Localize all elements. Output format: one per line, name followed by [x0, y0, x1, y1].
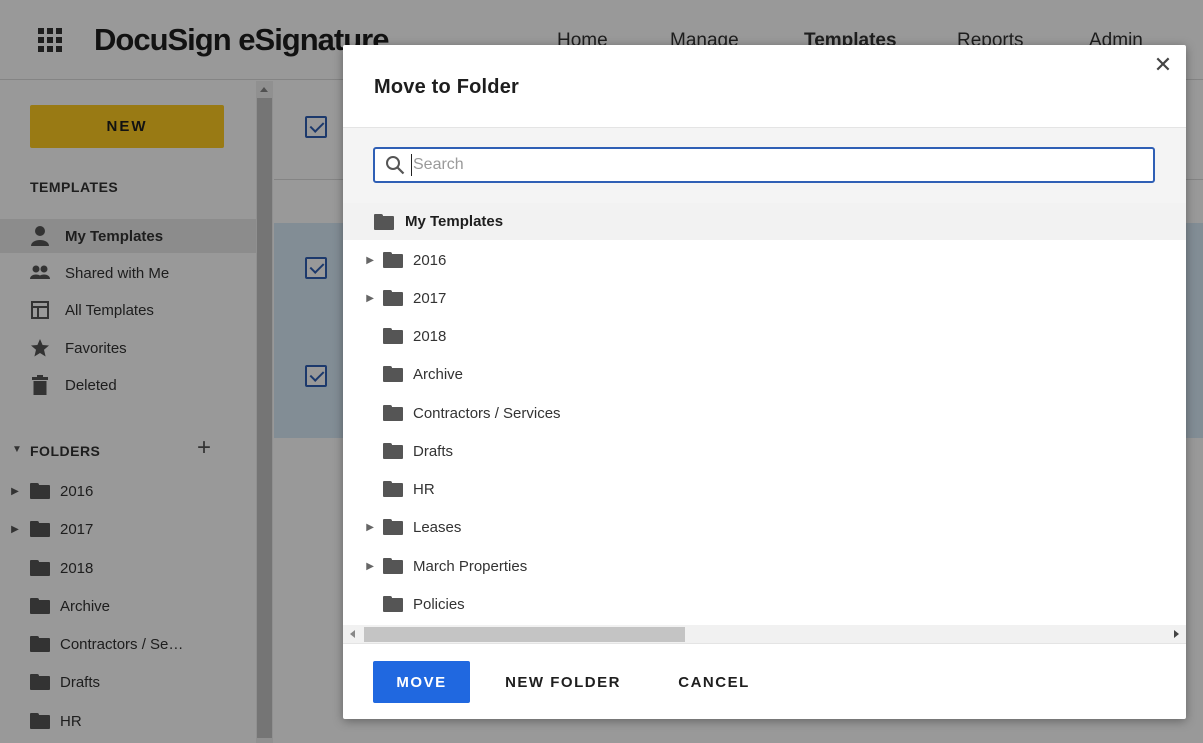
search-input[interactable]	[411, 154, 1141, 176]
folder-icon	[383, 481, 403, 497]
tree-folder-label: 2018	[413, 327, 447, 345]
folder-icon	[374, 213, 394, 230]
move-button[interactable]: MOVE	[373, 661, 470, 703]
horizontal-scrollbar[interactable]	[343, 625, 1186, 643]
tree-folder-label: March Properties	[413, 557, 528, 575]
tree-folder-item[interactable]: Drafts	[343, 432, 1186, 470]
tree-folder-item[interactable]: ▶ 2016	[343, 241, 1186, 279]
scroll-right-arrow-icon[interactable]	[1174, 630, 1179, 638]
expand-caret-icon[interactable]: ▶	[343, 255, 383, 266]
folder-icon	[383, 596, 403, 612]
folder-icon	[383, 558, 403, 574]
search-icon	[386, 156, 405, 175]
tree-root-my-templates[interactable]: My Templates	[343, 203, 1186, 240]
folder-icon	[383, 405, 403, 421]
scrollbar-thumb[interactable]	[364, 627, 685, 642]
tree-folder-label: Drafts	[413, 442, 454, 460]
close-icon[interactable]: ✕	[1151, 53, 1175, 77]
tree-folder-item[interactable]: Policies	[343, 585, 1186, 623]
folder-icon	[383, 366, 403, 382]
tree-folder-label: Leases	[413, 518, 462, 536]
folder-icon	[383, 252, 403, 268]
expand-caret-icon[interactable]: ▶	[343, 522, 383, 533]
expand-caret-icon[interactable]: ▶	[343, 561, 383, 572]
move-to-folder-dialog: Move to Folder ✕ My Templates ▶ 2016 ▶ 2017…	[343, 45, 1186, 719]
tree-folder-label: 2017	[413, 289, 447, 307]
folder-tree: My Templates ▶ 2016 ▶ 2017 2018 Archive Contra…	[343, 203, 1186, 625]
folder-icon	[383, 328, 403, 344]
search-area	[343, 128, 1186, 203]
tree-folder-item[interactable]: ▶ Leases	[343, 508, 1186, 546]
tree-folder-label: 2016	[413, 251, 447, 269]
folder-icon	[383, 290, 403, 306]
tree-root-label: My Templates	[405, 213, 504, 230]
expand-caret-icon[interactable]: ▶	[343, 293, 383, 304]
tree-folder-item[interactable]: HR	[343, 470, 1186, 508]
folder-icon	[383, 443, 403, 459]
tree-folder-item[interactable]: Contractors / Services	[343, 394, 1186, 432]
new-folder-button[interactable]: NEW FOLDER	[493, 661, 633, 703]
tree-folder-label: Contractors / Services	[413, 404, 561, 422]
tree-folder-item[interactable]: ▶ 2017	[343, 279, 1186, 317]
folder-icon	[383, 519, 403, 535]
search-box[interactable]	[373, 147, 1155, 183]
tree-folder-label: Archive	[413, 365, 464, 383]
tree-folder-item[interactable]: Archive	[343, 355, 1186, 393]
tree-folder-item[interactable]: ▶ March Properties	[343, 547, 1186, 585]
dialog-title: Move to Folder	[374, 76, 520, 98]
cancel-button[interactable]: CANCEL	[668, 661, 760, 703]
tree-folder-label: Policies	[413, 595, 465, 613]
tree-folder-item[interactable]: 2018	[343, 317, 1186, 355]
scroll-left-arrow-icon[interactable]	[350, 630, 355, 638]
tree-folder-label: HR	[413, 480, 435, 498]
